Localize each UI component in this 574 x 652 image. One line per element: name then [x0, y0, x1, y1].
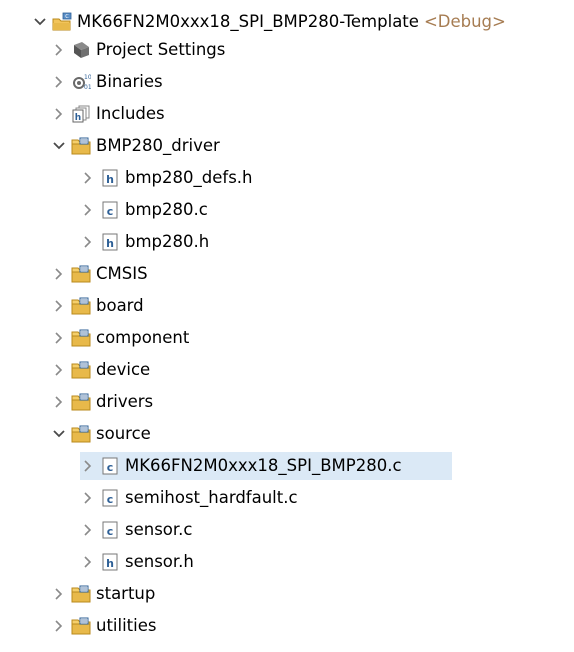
tree-item-label: sensor.h [125, 552, 194, 571]
chevron-down-icon[interactable] [51, 426, 67, 442]
svg-text:01: 01 [84, 84, 91, 91]
source-folder-icon [71, 328, 91, 348]
tree-item-includes[interactable]: h Includes [51, 100, 165, 128]
source-folder-icon [71, 424, 91, 444]
tree-item-utilities[interactable]: utilities [51, 612, 156, 640]
tree-item-label: board [96, 296, 144, 315]
chevron-right-icon[interactable] [80, 554, 96, 570]
source-folder-icon [71, 264, 91, 284]
chevron-right-icon[interactable] [51, 330, 67, 346]
source-folder-icon [71, 296, 91, 316]
tree-item-project[interactable]: C MK66FN2M0xxx18_SPI_BMP280-Template <De… [32, 8, 506, 36]
source-folder-icon [71, 136, 91, 156]
chevron-right-icon[interactable] [51, 42, 67, 58]
chevron-right-icon[interactable] [51, 586, 67, 602]
tree-item-label: Includes [96, 104, 165, 123]
tree-item-label: BMP280_driver [96, 136, 220, 155]
svg-text:h: h [106, 237, 114, 250]
c-file-icon: c [100, 200, 120, 220]
svg-text:h: h [75, 113, 81, 123]
tree-item-device[interactable]: device [51, 356, 150, 384]
tree-item-board[interactable]: board [51, 292, 144, 320]
svg-text:c: c [107, 525, 114, 538]
tree-item-bmp280-h[interactable]: h bmp280.h [80, 228, 209, 256]
tree-item-startup[interactable]: startup [51, 580, 155, 608]
tree-item-cmsis[interactable]: CMSIS [51, 260, 148, 288]
svg-text:C: C [65, 14, 69, 20]
c-file-icon: c [100, 456, 120, 476]
project-icon: C [52, 12, 72, 32]
chevron-right-icon[interactable] [80, 202, 96, 218]
tree-item-label: MK66FN2M0xxx18_SPI_BMP280.c [125, 456, 402, 475]
chevron-right-icon[interactable] [51, 362, 67, 378]
tree-item-sensor-c[interactable]: c sensor.c [80, 516, 192, 544]
tree-item-bmp280-defs-h[interactable]: h bmp280_defs.h [80, 164, 253, 192]
project-explorer-tree: C MK66FN2M0xxx18_SPI_BMP280-Template <De… [0, 0, 574, 652]
tree-item-project-settings[interactable]: Project Settings [51, 36, 225, 64]
source-folder-icon [71, 392, 91, 412]
tree-item-source[interactable]: source [51, 420, 151, 448]
chevron-right-icon[interactable] [80, 170, 96, 186]
tree-item-label: drivers [96, 392, 154, 411]
settings-book-icon [71, 40, 91, 60]
includes-icon: h [71, 104, 91, 124]
project-name: MK66FN2M0xxx18_SPI_BMP280-Template [77, 12, 419, 31]
tree-item-main-c[interactable]: c MK66FN2M0xxx18_SPI_BMP280.c [80, 452, 452, 480]
c-file-icon: c [100, 488, 120, 508]
tree-item-label: utilities [96, 616, 157, 635]
build-config-decoration: <Debug> [423, 12, 506, 31]
chevron-down-icon[interactable] [32, 14, 48, 30]
chevron-right-icon[interactable] [80, 490, 96, 506]
tree-item-bmp280-c[interactable]: c bmp280.c [80, 196, 208, 224]
tree-item-label: startup [96, 584, 156, 603]
source-folder-icon [71, 584, 91, 604]
chevron-right-icon[interactable] [80, 458, 96, 474]
svg-text:c: c [107, 493, 114, 506]
chevron-right-icon[interactable] [80, 522, 96, 538]
chevron-right-icon[interactable] [51, 394, 67, 410]
tree-item-component[interactable]: component [51, 324, 189, 352]
chevron-right-icon[interactable] [51, 74, 67, 90]
chevron-right-icon[interactable] [51, 298, 67, 314]
tree-item-label: Binaries [96, 72, 163, 91]
chevron-down-icon[interactable] [51, 138, 67, 154]
tree-item-label: bmp280.h [125, 232, 210, 251]
tree-item-label: CMSIS [96, 264, 148, 283]
svg-text:h: h [106, 557, 114, 570]
tree-item-label: component [96, 328, 190, 347]
header-file-icon: h [100, 232, 120, 252]
tree-item-drivers[interactable]: drivers [51, 388, 153, 416]
header-file-icon: h [100, 552, 120, 572]
tree-item-binaries[interactable]: 10 01 Binaries [51, 68, 163, 96]
svg-text:c: c [107, 461, 114, 474]
svg-text:c: c [107, 205, 114, 218]
source-folder-icon [71, 360, 91, 380]
chevron-right-icon[interactable] [51, 106, 67, 122]
tree-item-semihost-c[interactable]: c semihost_hardfault.c [80, 484, 298, 512]
binaries-icon: 10 01 [71, 72, 91, 92]
tree-item-label: semihost_hardfault.c [125, 488, 298, 507]
svg-text:h: h [106, 173, 114, 186]
source-folder-icon [71, 616, 91, 636]
tree-item-sensor-h[interactable]: h sensor.h [80, 548, 194, 576]
header-file-icon: h [100, 168, 120, 188]
chevron-right-icon[interactable] [51, 618, 67, 634]
tree-item-label: bmp280_defs.h [125, 168, 253, 187]
chevron-right-icon[interactable] [80, 234, 96, 250]
tree-item-label: source [96, 424, 151, 443]
tree-item-bmp280-driver[interactable]: BMP280_driver [51, 132, 220, 160]
tree-item-label: device [96, 360, 151, 379]
tree-item-label: bmp280.c [125, 200, 208, 219]
tree-item-label: Project Settings [96, 40, 226, 59]
c-file-icon: c [100, 520, 120, 540]
tree-item-label: sensor.c [125, 520, 193, 539]
svg-text:10: 10 [84, 74, 91, 81]
chevron-right-icon[interactable] [51, 266, 67, 282]
